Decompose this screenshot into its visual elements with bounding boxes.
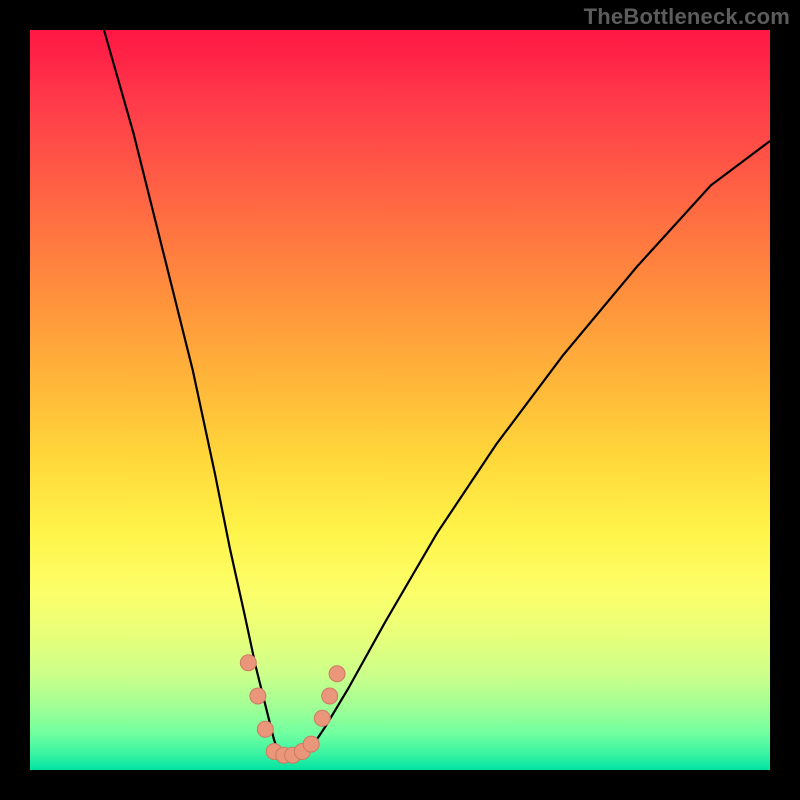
watermark-text: TheBottleneck.com [584, 4, 790, 30]
marker-dot [240, 655, 256, 671]
outer-frame: TheBottleneck.com [0, 0, 800, 800]
marker-dot [257, 721, 273, 737]
bottleneck-curve [104, 30, 770, 759]
marker-dot [314, 710, 330, 726]
gradient-plot-area [30, 30, 770, 770]
marker-dot [322, 688, 338, 704]
marker-dot [329, 666, 345, 682]
marker-dot [303, 736, 319, 752]
chart-svg [30, 30, 770, 770]
marker-dot [250, 688, 266, 704]
